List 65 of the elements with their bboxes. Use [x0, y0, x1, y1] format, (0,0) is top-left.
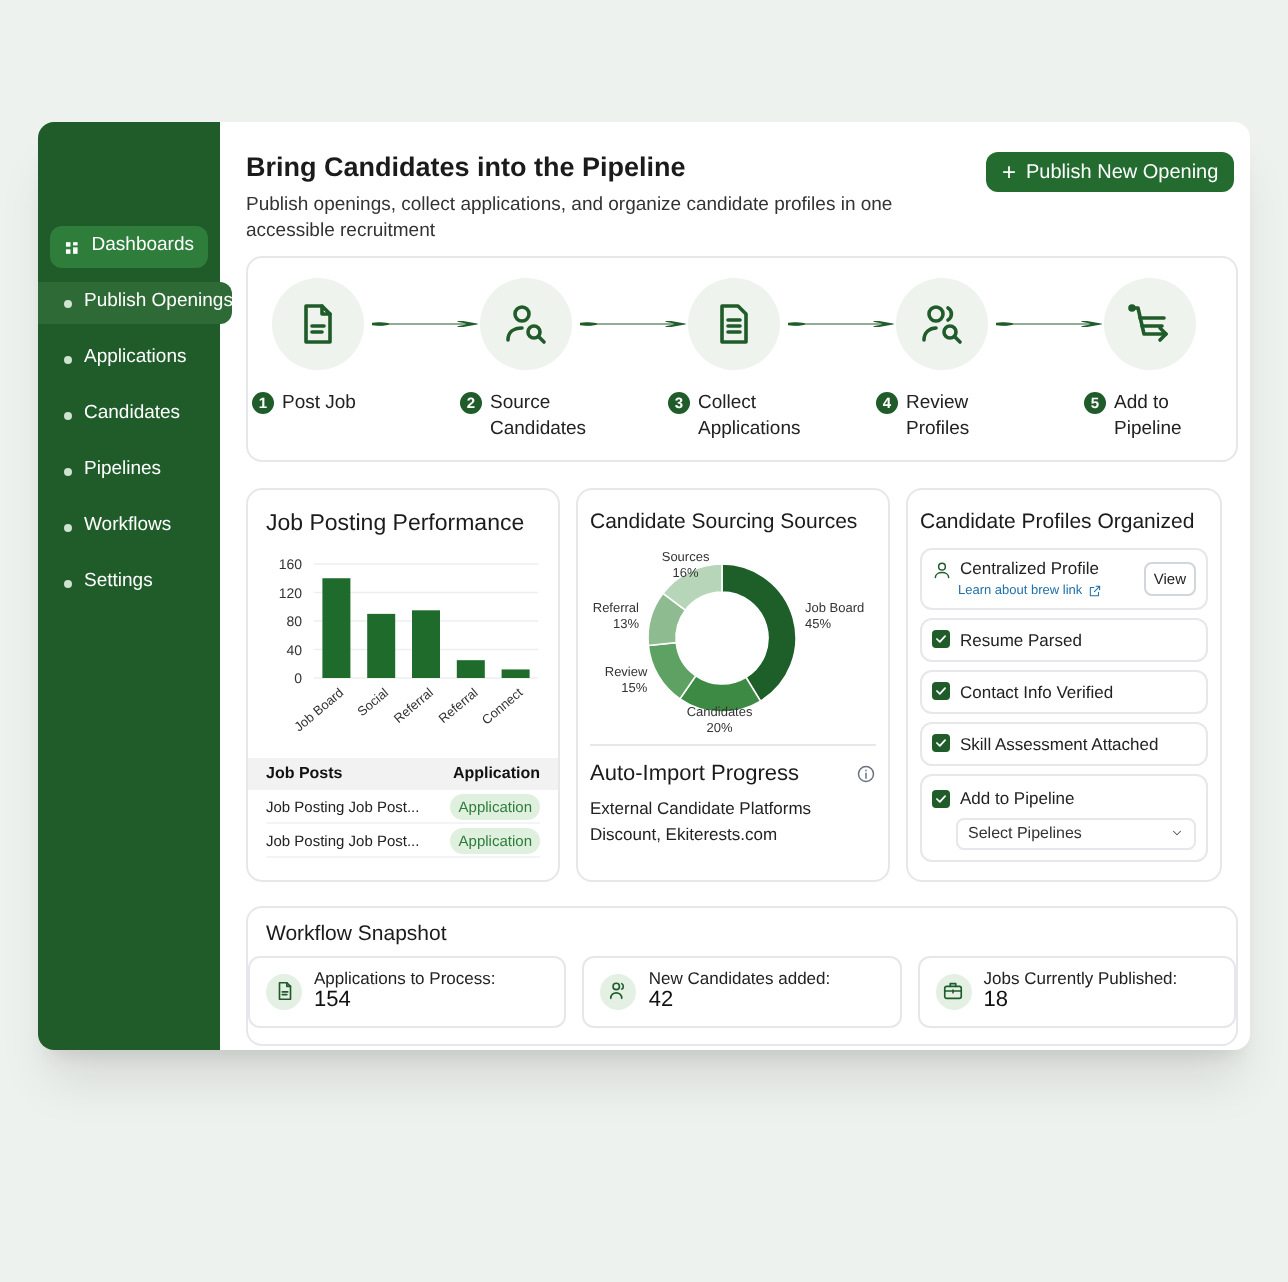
- import-sources-text: External Candidate Platforms Discount, Ekiterests.com: [590, 796, 814, 849]
- bullet-icon: [64, 523, 72, 531]
- sidebar-item[interactable]: Dashboards: [50, 226, 208, 268]
- column-header: Job Posts: [266, 762, 343, 787]
- item-label: Contact Info Verified: [960, 679, 1114, 705]
- grid-icon: [64, 237, 80, 257]
- cart-icon: [1126, 299, 1174, 348]
- bar: [501, 669, 530, 679]
- stat-label: New Candidates added:: [648, 967, 831, 989]
- stat-label: Jobs Currently Published:: [983, 967, 1178, 989]
- bar: [456, 660, 485, 679]
- page-subtitle: Publish openings, collect applications, and organize candidate profiles in one accessible recruitment: [246, 191, 895, 244]
- bar: [322, 578, 351, 679]
- check-icon: [934, 791, 948, 806]
- sidebar-item[interactable]: Settings: [38, 562, 220, 604]
- page-title: Bring Candidates into the Pipeline: [246, 152, 688, 186]
- person-icon: [932, 559, 952, 579]
- check-icon: [934, 736, 948, 751]
- card-title: Job Posting Performance: [266, 509, 527, 540]
- stat-value: 18: [983, 988, 1011, 1017]
- bullet-icon: [64, 355, 72, 363]
- checkbox[interactable]: [932, 789, 950, 808]
- sidebar-item[interactable]: Workflows: [38, 506, 220, 548]
- info-icon: [856, 764, 876, 785]
- column-header: Application: [452, 762, 540, 787]
- sidebar-item[interactable]: Publish Openings: [38, 282, 232, 324]
- section-title: Auto-Import Progress: [590, 759, 800, 790]
- item-label: Resume Parsed: [960, 627, 1082, 653]
- stat-label: Applications to Process:: [314, 967, 496, 989]
- bullet-icon: [64, 579, 72, 587]
- external-link-icon: [1088, 584, 1103, 599]
- bullet-icon: [64, 411, 72, 419]
- stat-value: 154: [314, 988, 353, 1017]
- step-label: Review Profiles: [906, 389, 972, 442]
- document-icon: [273, 980, 295, 1003]
- checkbox[interactable]: [932, 682, 950, 701]
- item-label: Centralized Profile: [960, 556, 1099, 582]
- people-icon: [607, 980, 630, 1003]
- step-label: Post Job: [282, 389, 358, 416]
- bullet-icon: [64, 299, 72, 307]
- people-search-icon: [918, 299, 966, 348]
- step-label: Add to Pipeline: [1114, 389, 1184, 442]
- bullet-icon: [64, 467, 72, 475]
- checkbox[interactable]: [932, 734, 950, 753]
- step-label: Source Candidates: [490, 389, 589, 442]
- sidebar-item[interactable]: Pipelines: [38, 450, 220, 492]
- bar: [367, 614, 396, 679]
- bar: [412, 610, 440, 679]
- card-title: Candidate Profiles Organized: [920, 507, 1197, 536]
- stat-value: 42: [648, 988, 676, 1017]
- publish-button[interactable]: + Publish New Opening: [986, 152, 1235, 192]
- pipeline-select[interactable]: Select Pipelines: [956, 817, 1196, 850]
- briefcase-icon: [942, 980, 965, 1003]
- card-title: Candidate Sourcing Sources: [590, 507, 860, 536]
- chevron-down-icon: [1170, 826, 1184, 841]
- sidebar-item[interactable]: Candidates: [38, 394, 220, 436]
- person-search-icon: [502, 299, 550, 348]
- check-icon: [934, 684, 948, 699]
- sidebar-item[interactable]: Applications: [38, 338, 220, 380]
- item-label: Add to Pipeline: [960, 786, 1075, 812]
- check-icon: [934, 632, 948, 647]
- card-title: Workflow Snapshot: [264, 919, 449, 950]
- item-label: Skill Assessment Attached: [960, 731, 1159, 757]
- step-label: Collect Applications: [698, 389, 802, 442]
- checkbox[interactable]: [932, 630, 950, 649]
